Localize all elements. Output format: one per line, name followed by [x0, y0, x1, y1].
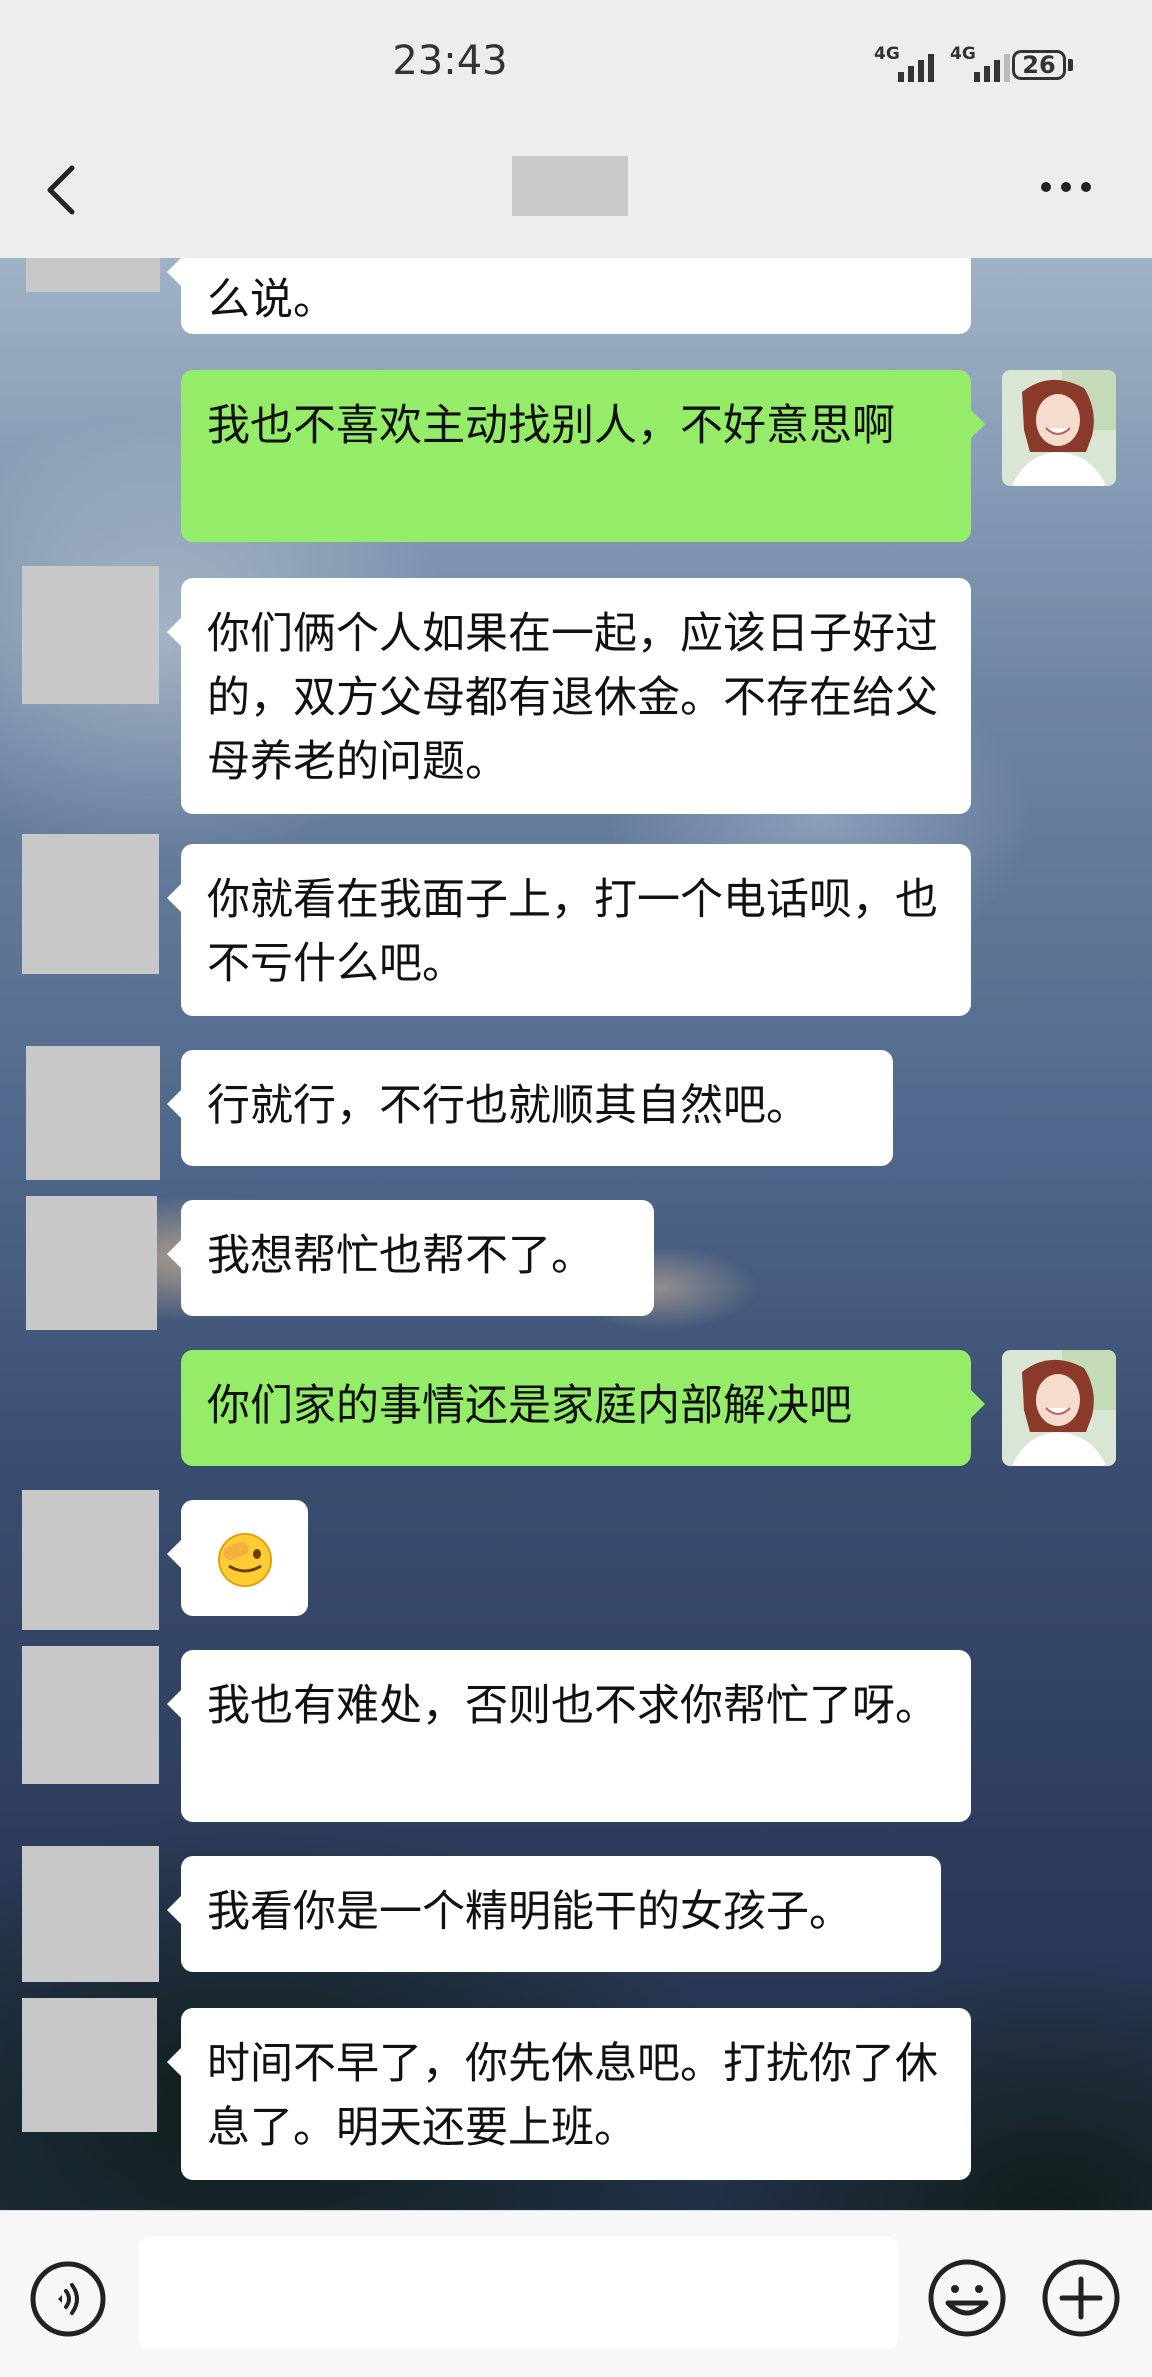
message-bubble-incoming[interactable]: 你就看在我面子上，打一个电话呗，也不亏什么吧。: [167, 844, 971, 1016]
voice-icon[interactable]: [28, 2259, 108, 2339]
chat-header: [0, 132, 1152, 258]
status-bar: 23:43 4G 4G 26: [0, 0, 1152, 132]
message-bubble-incoming[interactable]: 行就行，不行也就顺其自然吧。: [167, 1050, 893, 1166]
avatar-redacted[interactable]: [22, 1998, 157, 2132]
message-bubble-incoming[interactable]: 么说。: [167, 258, 971, 334]
status-time: 23:43: [392, 38, 508, 84]
message-bubble-incoming[interactable]: [167, 1500, 308, 1616]
message-bubble-outgoing[interactable]: 你们家的事情还是家庭内部解决吧: [181, 1350, 985, 1466]
facepalm-emoji-icon: [218, 1533, 272, 1587]
avatar-redacted[interactable]: [26, 1196, 157, 1330]
signal-icon: 4G: [874, 44, 940, 84]
message-input[interactable]: [138, 2237, 898, 2349]
avatar-redacted[interactable]: [22, 1846, 159, 1982]
avatar-redacted[interactable]: [26, 258, 160, 292]
message-bubble-incoming[interactable]: 时间不早了，你先休息吧。打扰你了休息了。明天还要上班。: [167, 2008, 971, 2180]
chat-area[interactable]: 么说。 我也不喜欢主动找别人，不好意思啊 你们俩个人如果在一起，应该日子好过的，…: [0, 258, 1152, 2210]
my-avatar[interactable]: [1002, 370, 1116, 486]
chat-title-redacted: [512, 156, 628, 216]
avatar-redacted[interactable]: [26, 1046, 160, 1180]
avatar-redacted[interactable]: [22, 566, 159, 704]
avatar-redacted[interactable]: [22, 834, 159, 974]
avatar-redacted[interactable]: [22, 1490, 159, 1630]
more-dots-icon[interactable]: [1036, 172, 1096, 202]
battery-icon: 26: [1012, 50, 1066, 80]
plus-icon[interactable]: [1040, 2257, 1122, 2339]
chevron-left-icon[interactable]: [40, 160, 80, 220]
message-bubble-incoming[interactable]: 我看你是一个精明能干的女孩子。: [167, 1856, 941, 1972]
my-avatar[interactable]: [1002, 1350, 1116, 1466]
avatar-redacted[interactable]: [22, 1646, 159, 1784]
battery-tip: [1068, 59, 1073, 71]
message-bubble-outgoing[interactable]: 我也不喜欢主动找别人，不好意思啊: [181, 370, 985, 542]
signal-icon: 4G: [950, 44, 1016, 84]
message-bubble-incoming[interactable]: 我想帮忙也帮不了。: [167, 1200, 654, 1316]
input-bar: [0, 2210, 1152, 2377]
emoji-icon[interactable]: [926, 2257, 1008, 2339]
message-bubble-incoming[interactable]: 你们俩个人如果在一起，应该日子好过的，双方父母都有退休金。不存在给父母养老的问题…: [167, 578, 971, 814]
message-bubble-incoming[interactable]: 我也有难处，否则也不求你帮忙了呀。: [167, 1650, 971, 1822]
